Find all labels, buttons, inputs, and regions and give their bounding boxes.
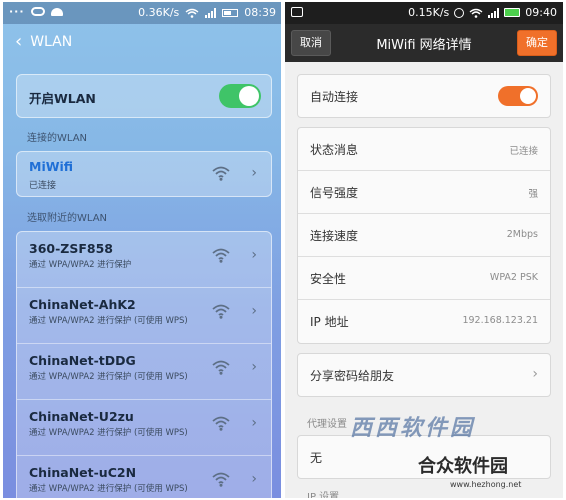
detail-row: 状态消息 已连接 <box>298 128 550 171</box>
back-icon[interactable]: ‹ <box>15 33 22 51</box>
detail-key: 信号强度 <box>310 186 359 200</box>
detail-row: 连接速度 2Mbps <box>298 214 550 257</box>
detail-key: 安全性 <box>310 272 347 286</box>
detail-value: WPA2 PSK <box>489 272 538 283</box>
chevron-right-icon: › <box>251 415 257 431</box>
battery-icon <box>504 8 521 17</box>
detail-key: 状态消息 <box>310 143 359 157</box>
network-security: 通过 WPA/WPA2 进行保护 (可使用 WPS) <box>29 372 188 382</box>
android-icon <box>50 7 63 16</box>
wifi-lock-icon <box>212 472 230 487</box>
chevron-right-icon: › <box>251 247 257 263</box>
connected-network-status: 已连接 <box>29 181 57 191</box>
network-details-card: 状态消息 已连接 信号强度 强 连接速度 2Mbps 安全性 WPA2 PSK … <box>297 127 551 344</box>
network-row[interactable]: 360-ZSF858 通过 WPA/WPA2 进行保护 › <box>17 232 271 288</box>
network-security: 通过 WPA/WPA2 进行保护 <box>29 260 132 270</box>
wifi-signal-icon <box>212 166 230 181</box>
connected-section-label: 连接的WLAN <box>27 133 88 144</box>
network-security: 通过 WPA/WPA2 进行保护 (可使用 WPS) <box>29 484 188 494</box>
auto-connect-row: 自动连接 <box>298 75 550 117</box>
chevron-right-icon: › <box>251 303 257 319</box>
wifi-lock-icon <box>212 304 230 319</box>
proxy-value: 无 <box>310 451 323 465</box>
chevron-right-icon: › <box>532 366 538 382</box>
auto-connect-card: 自动连接 <box>297 74 551 118</box>
network-name: 360-ZSF858 <box>29 241 113 256</box>
proxy-section-label: 代理设置 <box>307 419 347 430</box>
network-security: 通过 WPA/WPA2 进行保护 (可使用 WPS) <box>29 316 188 326</box>
share-password-card[interactable]: 分享密码给朋友 › <box>297 353 551 397</box>
auto-connect-label: 自动连接 <box>310 90 359 104</box>
chevron-right-icon: › <box>251 165 257 181</box>
detail-value: 已连接 <box>509 146 538 157</box>
auto-connect-switch[interactable] <box>498 86 538 106</box>
connected-network-name: MiWifi <box>29 159 74 174</box>
wifi-icon <box>185 8 199 18</box>
cell-signal-icon <box>205 7 217 18</box>
status-bar: 0.15K/s 09:40 <box>285 2 563 24</box>
share-password-label: 分享密码给朋友 <box>310 369 395 383</box>
watermark-url: www.hezhong.net <box>450 480 522 489</box>
network-row[interactable]: ChinaNet-uC2N 通过 WPA/WPA2 进行保护 (可使用 WPS)… <box>17 456 271 498</box>
nearby-section-label: 选取附近的WLAN <box>27 213 108 224</box>
detail-value: 2Mbps <box>506 229 538 240</box>
watermark-text: 合众软件园 <box>418 456 508 477</box>
network-speed: 0.15K/s <box>408 6 450 19</box>
network-security: 通过 WPA/WPA2 进行保护 (可使用 WPS) <box>29 428 188 438</box>
chevron-right-icon: › <box>251 359 257 375</box>
detail-row: 信号强度 强 <box>298 171 550 214</box>
wifi-lock-icon <box>212 248 230 263</box>
status-bar: ··· 0.36K/s 08:39 <box>3 2 281 24</box>
network-speed: 0.36K/s <box>138 6 180 19</box>
detail-key: 连接速度 <box>310 229 359 243</box>
screenshot-stage: ··· 0.36K/s 08:39 ‹ WLAN 开启WLAN 连接的WLAN … <box>0 0 566 500</box>
clock: 09:40 <box>525 6 557 19</box>
share-password-row[interactable]: 分享密码给朋友 › <box>298 354 550 396</box>
wifi-lock-icon <box>212 416 230 431</box>
chevron-right-icon: › <box>251 471 257 487</box>
detail-value: 强 <box>528 189 538 200</box>
battery-icon <box>222 8 239 17</box>
connected-network-card[interactable]: MiWifi 已连接 › <box>16 151 272 197</box>
network-name: ChinaNet-uC2N <box>29 465 137 480</box>
ip-section-label: IP 设置 <box>307 492 340 498</box>
network-row[interactable]: ChinaNet-AhK2 通过 WPA/WPA2 进行保护 (可使用 WPS)… <box>17 288 271 344</box>
network-name: ChinaNet-U2zu <box>29 409 134 424</box>
confirm-button[interactable]: 确定 <box>517 30 557 56</box>
watermark: 西西软件园 合众软件园 www.hezhong.net <box>350 410 566 496</box>
wifi-icon <box>469 8 483 18</box>
wlan-toggle-card: 开启WLAN <box>16 74 272 118</box>
wlan-toggle-label: 开启WLAN <box>29 91 96 106</box>
watermark-logo: 西西软件园 <box>350 416 476 441</box>
wlan-list-screen: ··· 0.36K/s 08:39 ‹ WLAN 开启WLAN 连接的WLAN … <box>3 2 281 498</box>
header: ‹ WLAN <box>15 30 72 54</box>
alarm-icon <box>454 7 465 18</box>
image-notification-icon <box>291 7 303 17</box>
action-bar: 取消 MiWifi 网络详情 确定 <box>285 24 563 62</box>
network-row[interactable]: ChinaNet-U2zu 通过 WPA/WPA2 进行保护 (可使用 WPS)… <box>17 400 271 456</box>
network-name: ChinaNet-AhK2 <box>29 297 136 312</box>
clock: 08:39 <box>244 6 276 19</box>
detail-value: 192.168.123.21 <box>462 315 538 326</box>
page-title: WLAN <box>30 34 73 50</box>
cell-signal-icon <box>488 7 500 18</box>
wlan-toggle-switch[interactable] <box>219 84 261 108</box>
detail-row: 安全性 WPA2 PSK <box>298 257 550 300</box>
signal-dots: ··· <box>9 5 25 18</box>
wifi-lock-icon <box>212 360 230 375</box>
detail-row: IP 地址 192.168.123.21 <box>298 300 550 343</box>
cloud-icon <box>30 7 45 16</box>
detail-key: IP 地址 <box>310 315 349 329</box>
network-name: ChinaNet-tDDG <box>29 353 136 368</box>
network-row[interactable]: ChinaNet-tDDG 通过 WPA/WPA2 进行保护 (可使用 WPS)… <box>17 344 271 400</box>
nearby-network-list: 360-ZSF858 通过 WPA/WPA2 进行保护 › ChinaNet-A… <box>16 231 272 498</box>
